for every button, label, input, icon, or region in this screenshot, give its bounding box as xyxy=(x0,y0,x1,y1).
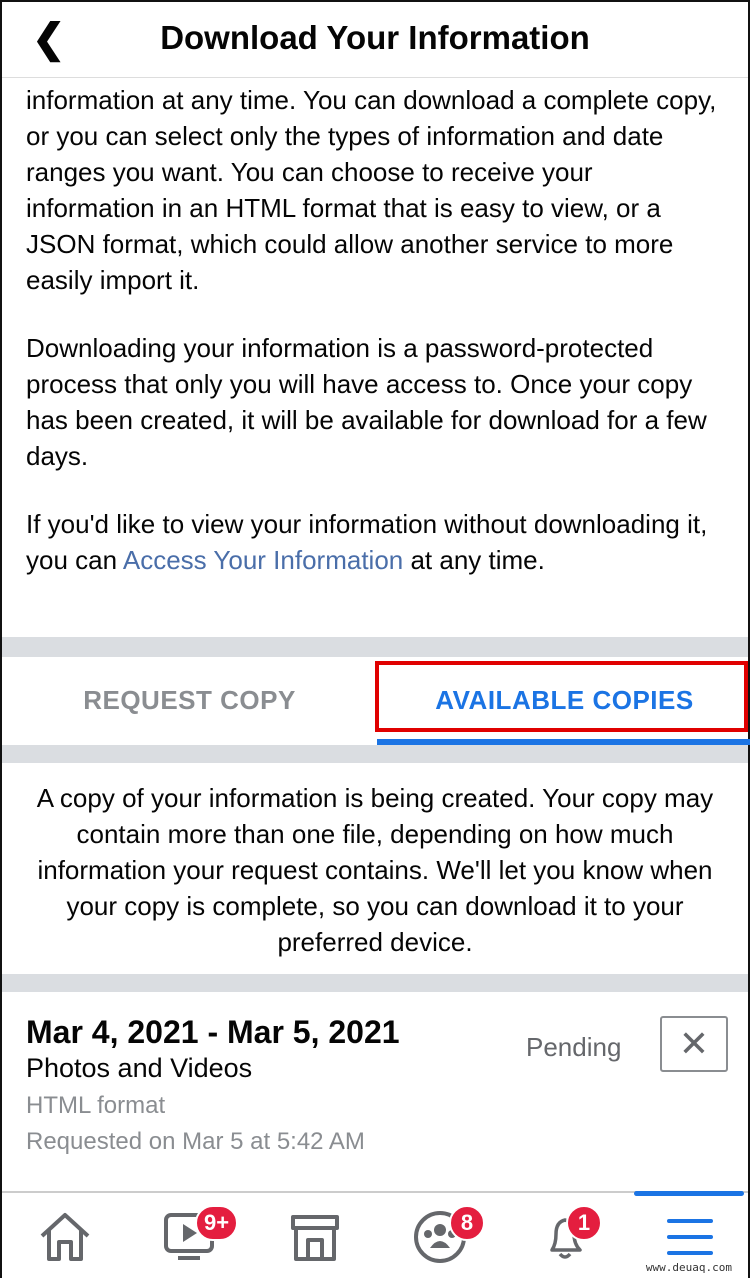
notifications-badge: 1 xyxy=(566,1205,602,1241)
divider xyxy=(2,745,748,763)
header: ❮ Download Your Information xyxy=(2,2,748,78)
copy-requested: Requested on Mar 5 at 5:42 AM xyxy=(26,1128,365,1155)
divider xyxy=(2,637,748,657)
nav-groups[interactable]: 8 xyxy=(377,1193,502,1280)
text: at any time. xyxy=(403,545,545,575)
copy-item: Mar 4, 2021 - Mar 5, 2021 Photos and Vid… xyxy=(26,1014,728,1156)
tab-bar: REQUEST COPY AVAILABLE COPIES xyxy=(2,657,750,745)
page-title: Download Your Information xyxy=(160,19,590,56)
nav-watch[interactable]: 9+ xyxy=(127,1193,252,1280)
groups-badge: 8 xyxy=(449,1205,485,1241)
watch-badge: 9+ xyxy=(195,1205,239,1241)
copy-category: Photos and Videos xyxy=(26,1053,253,1083)
nav-marketplace[interactable] xyxy=(252,1193,377,1280)
nav-home[interactable] xyxy=(2,1193,127,1280)
intro-paragraph: If you'd like to view your information w… xyxy=(26,506,728,578)
home-icon xyxy=(40,1212,89,1261)
tab-available-copies[interactable]: AVAILABLE COPIES xyxy=(377,657,750,745)
watermark: www.deuaq.com xyxy=(645,1261,732,1274)
cancel-copy-button[interactable]: ✕ xyxy=(660,1016,728,1072)
marketplace-icon xyxy=(290,1214,339,1261)
divider xyxy=(2,974,748,992)
status-message: A copy of your information is being crea… xyxy=(36,783,714,957)
tab-request-copy[interactable]: REQUEST COPY xyxy=(2,657,377,743)
bottom-nav: 9+ 8 1 www.deuaq.com xyxy=(2,1191,748,1280)
close-icon: ✕ xyxy=(678,1023,710,1064)
intro-text: information at any time. You can downloa… xyxy=(26,82,728,610)
access-your-information-link[interactable]: Access Your Information xyxy=(123,545,403,575)
nav-notifications[interactable]: 1 xyxy=(502,1193,627,1280)
intro-paragraph: Downloading your information is a passwo… xyxy=(26,333,707,471)
copy-format: HTML format xyxy=(26,1092,166,1119)
intro-paragraph: information at any time. You can downloa… xyxy=(26,85,717,295)
menu-icon xyxy=(666,1218,713,1255)
status-badge: Pending xyxy=(526,1032,622,1062)
copy-date-range: Mar 4, 2021 - Mar 5, 2021 xyxy=(26,1014,400,1050)
